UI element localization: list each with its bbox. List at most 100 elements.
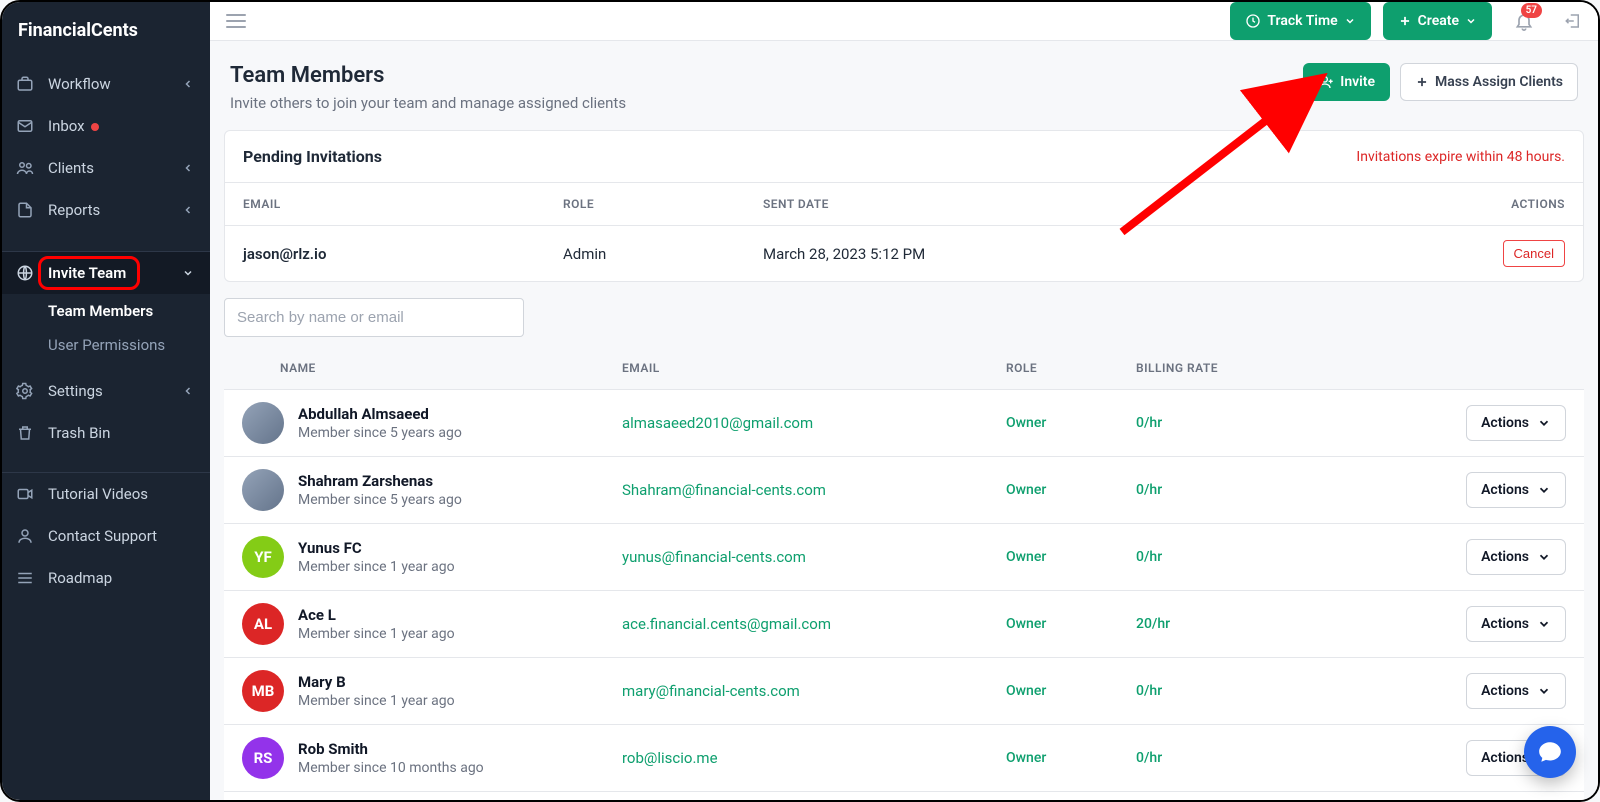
sidebar-sub-team members[interactable]: Team Members	[48, 294, 210, 328]
member-role[interactable]: Owner	[1006, 750, 1136, 766]
pending-title: Pending Invitations	[243, 147, 382, 166]
pending-email: jason@rlz.io	[243, 245, 563, 263]
unread-dot	[91, 123, 99, 131]
track-time-button[interactable]: Track Time	[1230, 2, 1370, 40]
sidebar-item-trash bin[interactable]: Trash Bin	[2, 412, 210, 454]
sidebar-item-label: Contact Support	[48, 527, 194, 545]
member-meta: Member since 1 year ago	[298, 559, 455, 575]
menu-toggle-icon[interactable]	[226, 14, 246, 28]
chevron-down-icon	[1537, 617, 1551, 631]
video-icon	[16, 485, 34, 503]
member-row: Nihal Shaikh nihal@financial-cents.com O…	[224, 792, 1584, 800]
sidebar-item-clients[interactable]: Clients	[2, 147, 210, 189]
member-rate[interactable]: 0/hr	[1136, 683, 1336, 699]
notifications-button[interactable]: 57	[1514, 11, 1534, 31]
sidebar-item-reports[interactable]: Reports	[2, 189, 210, 231]
member-name: Ace L	[298, 606, 455, 624]
page-subtitle: Invite others to join your team and mana…	[230, 94, 626, 112]
member-meta: Member since 5 years ago	[298, 425, 462, 441]
member-email[interactable]: almasaeed2010@gmail.com	[622, 414, 1006, 432]
sidebar-item-settings[interactable]: Settings	[2, 370, 210, 412]
briefcase-icon	[16, 75, 34, 93]
cancel-invite-button[interactable]: Cancel	[1503, 240, 1565, 267]
invite-button[interactable]: Invite	[1303, 63, 1390, 101]
member-actions-button[interactable]: Actions	[1466, 539, 1566, 575]
member-meta: Member since 1 year ago	[298, 626, 455, 642]
member-email[interactable]: mary@financial-cents.com	[622, 682, 1006, 700]
member-rate[interactable]: 20/hr	[1136, 616, 1336, 632]
member-name: Yunus FC	[298, 539, 455, 557]
avatar: RS	[242, 737, 284, 779]
search-input[interactable]	[224, 298, 524, 337]
member-row: Abdullah Almsaeed Member since 5 years a…	[224, 390, 1584, 457]
sidebar-item-roadmap[interactable]: Roadmap	[2, 557, 210, 599]
sidebar-item-invite-team[interactable]: Invite Team	[2, 252, 210, 294]
chat-fab[interactable]	[1524, 726, 1576, 778]
chevron-down-icon	[182, 267, 194, 279]
create-label: Create	[1418, 13, 1459, 29]
pending-role: Admin	[563, 245, 763, 263]
create-button[interactable]: Create	[1383, 2, 1492, 40]
member-actions-button[interactable]: Actions	[1466, 405, 1566, 441]
sidebar-item-tutorial videos[interactable]: Tutorial Videos	[2, 473, 210, 515]
sidebar-item-label: Tutorial Videos	[48, 485, 194, 503]
plus-icon	[1415, 75, 1429, 89]
member-meta: Member since 5 years ago	[298, 492, 462, 508]
chevron-left-icon	[182, 204, 194, 216]
sidebar-item-label: Reports	[48, 201, 182, 219]
sidebar-sub-user permissions[interactable]: User Permissions	[48, 328, 210, 362]
member-role[interactable]: Owner	[1006, 415, 1136, 431]
col-email: Email	[622, 361, 1006, 375]
member-actions-button[interactable]: Actions	[1466, 606, 1566, 642]
exit-icon[interactable]	[1564, 12, 1582, 30]
member-rate[interactable]: 0/hr	[1136, 549, 1336, 565]
sidebar-item-label: Roadmap	[48, 569, 194, 587]
sidebar-item-workflow[interactable]: Workflow	[2, 63, 210, 105]
col-name: Name	[242, 361, 622, 375]
member-meta: Member since 10 months ago	[298, 760, 484, 776]
pending-warning: Invitations expire within 48 hours.	[1356, 149, 1565, 165]
track-time-label: Track Time	[1267, 13, 1337, 29]
pending-row: jason@rlz.io Admin March 28, 2023 5:12 P…	[225, 226, 1583, 281]
member-rate[interactable]: 0/hr	[1136, 415, 1336, 431]
member-actions-button[interactable]: Actions	[1466, 673, 1566, 709]
member-email[interactable]: yunus@financial-cents.com	[622, 548, 1006, 566]
actions-label: Actions	[1481, 616, 1529, 632]
member-email[interactable]: Shahram@financial-cents.com	[622, 481, 1006, 499]
sidebar-item-inbox[interactable]: Inbox	[2, 105, 210, 147]
member-rate[interactable]: 0/hr	[1136, 750, 1336, 766]
chevron-left-icon	[182, 78, 194, 90]
member-email[interactable]: ace.financial.cents@gmail.com	[622, 615, 1006, 633]
member-role[interactable]: Owner	[1006, 482, 1136, 498]
avatar	[242, 469, 284, 511]
mass-assign-label: Mass Assign Clients	[1435, 74, 1563, 90]
actions-label: Actions	[1481, 482, 1529, 498]
pending-invitations-card: Pending Invitations Invitations expire w…	[224, 130, 1584, 282]
member-actions-button[interactable]: Actions	[1466, 472, 1566, 508]
member-role[interactable]: Owner	[1006, 683, 1136, 699]
chevron-down-icon	[1344, 15, 1356, 27]
actions-label: Actions	[1481, 549, 1529, 565]
member-name: Mary B	[298, 673, 455, 691]
topbar: Track Time Create 57	[210, 2, 1598, 41]
mail-icon	[16, 117, 34, 135]
chevron-down-icon	[1537, 684, 1551, 698]
globe-icon	[16, 264, 34, 282]
chevron-down-icon	[1537, 416, 1551, 430]
report-icon	[16, 201, 34, 219]
member-email[interactable]: rob@liscio.me	[622, 749, 1006, 767]
member-role[interactable]: Owner	[1006, 549, 1136, 565]
highlight-annotation	[38, 256, 140, 290]
users-icon	[16, 159, 34, 177]
col-actions: Actions	[1485, 197, 1565, 211]
sidebar-item-label: Settings	[48, 382, 182, 400]
mass-assign-button[interactable]: Mass Assign Clients	[1400, 63, 1578, 101]
member-name: Rob Smith	[298, 740, 484, 758]
actions-label: Actions	[1481, 415, 1529, 431]
member-name: Abdullah Almsaeed	[298, 405, 462, 423]
sidebar-item-contact support[interactable]: Contact Support	[2, 515, 210, 557]
sidebar: FinancialCents Workflow Inbox Clients Re…	[2, 2, 210, 800]
member-rate[interactable]: 0/hr	[1136, 482, 1336, 498]
member-row: MB Mary B Member since 1 year ago mary@f…	[224, 658, 1584, 725]
member-role[interactable]: Owner	[1006, 616, 1136, 632]
